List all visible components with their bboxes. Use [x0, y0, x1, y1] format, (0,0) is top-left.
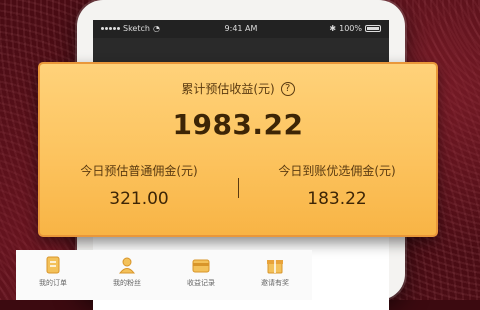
- nav-item-orders[interactable]: 我的订单: [25, 256, 81, 288]
- bottom-nav: 我的订单 我的粉丝 收益记录 邀请有奖: [16, 250, 312, 300]
- today-premium-commission-label: 今日到账优选佣金(元): [278, 164, 396, 178]
- nav-item-fans[interactable]: 我的粉丝: [99, 256, 155, 288]
- total-earnings-label: 累计预估收益(元): [181, 82, 275, 96]
- status-right: ✱ 100%: [329, 24, 381, 33]
- help-icon[interactable]: ?: [280, 81, 295, 96]
- nav-label-earnings-record: 收益记录: [187, 279, 215, 287]
- today-premium-commission-value: 183.22: [307, 189, 367, 209]
- total-earnings-label-row: 累计预估收益(元) ?: [40, 80, 436, 97]
- nav-item-earnings-record[interactable]: 收益记录: [173, 256, 229, 288]
- gift-icon: [266, 256, 284, 274]
- today-normal-commission-label: 今日预估普通佣金(元): [80, 164, 198, 178]
- nav-label-orders: 我的订单: [39, 279, 67, 287]
- battery-label: 100%: [339, 24, 362, 33]
- battery-icon: [365, 25, 381, 32]
- nav-item-invite[interactable]: 邀请有奖: [247, 256, 303, 288]
- status-bar: Sketch ◔ 9:41 AM ✱ 100%: [93, 20, 389, 38]
- bluetooth-icon: ✱: [329, 24, 337, 33]
- wallet-icon: [192, 256, 210, 274]
- user-icon: [118, 256, 136, 274]
- today-normal-commission: 今日预估普通佣金(元) 321.00: [40, 162, 238, 209]
- total-earnings-value: 1983.22: [172, 108, 304, 141]
- order-icon: [44, 256, 62, 274]
- nav-label-fans: 我的粉丝: [113, 279, 141, 287]
- today-normal-commission-value: 321.00: [109, 189, 169, 209]
- nav-label-invite: 邀请有奖: [261, 279, 289, 287]
- today-premium-commission: 今日到账优选佣金(元) 183.22: [238, 162, 436, 209]
- earnings-card: 累计预估收益(元) ? 1983.22 今日预估普通佣金(元) 321.00 今…: [38, 62, 438, 237]
